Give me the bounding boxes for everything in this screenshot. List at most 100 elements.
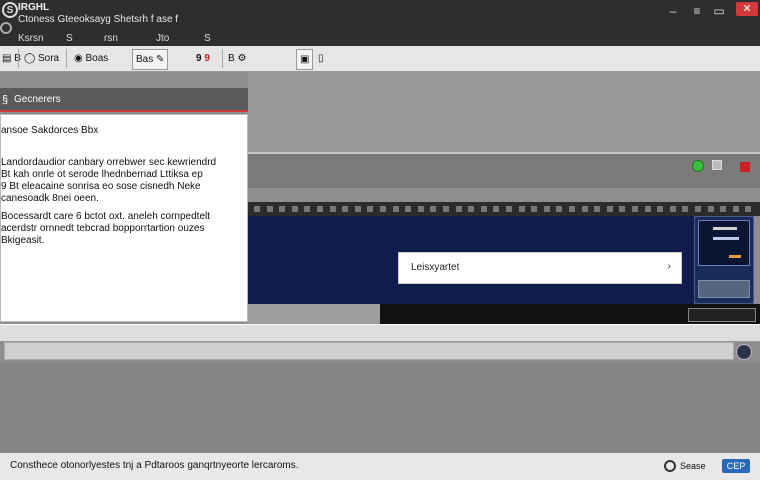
menu-item-3[interactable]: rsn — [104, 33, 118, 44]
timeline-tick — [594, 206, 601, 212]
timeline-tick — [543, 206, 550, 212]
timeline-tick — [455, 206, 462, 212]
timeline-tick — [480, 206, 487, 212]
workspace-area — [0, 362, 760, 452]
status-bar: Consthece otonorlyestes tnj a Pdtaroos g… — [0, 452, 760, 480]
thumb-line — [729, 255, 741, 258]
timeline-tick — [669, 206, 676, 212]
timeline-tick — [732, 206, 739, 212]
viewport-search-input[interactable]: Leisxyartet › — [398, 252, 682, 284]
paragraph-line: Landordaudior canbary orrebwer sec kewri… — [1, 157, 217, 168]
toolbar-tools-button[interactable]: B ⚙ — [228, 49, 246, 68]
toolbar-sora-button[interactable]: ◯ Sora — [24, 49, 59, 68]
panel-title: Gecnerers — [14, 94, 61, 105]
toolbar-nine-button[interactable]: 9 9 — [196, 49, 210, 68]
paragraph-line: canesoadk 8nei oeen. — [1, 193, 99, 204]
horizontal-scrollbar[interactable] — [0, 324, 760, 342]
stop-icon[interactable] — [740, 162, 750, 172]
app-name: IRGHL — [18, 2, 50, 13]
timeline-tick — [380, 206, 386, 212]
timeline-tick — [619, 206, 626, 212]
timeline-tick — [531, 206, 538, 212]
checkbox-icon[interactable] — [712, 160, 722, 170]
thumb-line — [713, 227, 737, 230]
display-icon: ▣ — [300, 54, 310, 65]
timeline-tick — [695, 206, 701, 212]
mini-controls[interactable] — [688, 308, 756, 322]
timeline-tick — [329, 206, 336, 212]
title-bar: S IRGHL Ctoness Gteeoksayg Shetsrh f ase… — [0, 0, 760, 46]
toolbar-file-button[interactable]: ▯ — [318, 49, 324, 68]
eye-icon — [664, 460, 676, 472]
chevron-right-icon: › — [667, 261, 671, 272]
panel-section-icon: § — [2, 94, 9, 106]
menu-item-2[interactable]: S — [66, 33, 73, 44]
app-logo-icon: S — [2, 2, 18, 18]
paragraph-line: Bkigeasit. — [1, 235, 45, 246]
toolbar-bas-button[interactable]: Bas ✎ — [132, 49, 169, 70]
red-marker-icon: 9 — [204, 53, 210, 64]
timeline-tick — [367, 206, 374, 212]
restore-button[interactable]: ≡ — [690, 4, 704, 18]
canvas-background — [248, 72, 760, 152]
nine-label: 9 — [196, 53, 202, 64]
toolbar-divider — [222, 49, 223, 68]
menu-bar: Ksrsn S rsn Jto S — [0, 30, 240, 46]
timeline-tick — [354, 206, 361, 212]
viewport-search-value: Leisxyartet — [411, 262, 460, 273]
timeline-tick — [291, 206, 298, 212]
toolbar-label-3: Boas — [85, 53, 109, 64]
minimize-button[interactable]: – — [666, 4, 680, 18]
toolbar-display-button[interactable]: ▣ — [296, 49, 314, 70]
edit-icon: ✎ — [156, 54, 165, 65]
timeline-tick — [317, 206, 323, 212]
toolbar: ▤ B ◯ Sora ◉ Boas Bas ✎ 9 9 B ⚙ ▣ ▯ — [0, 46, 760, 72]
paragraph-line: Bt kah onrle ot serode lhednbernad Lttik… — [1, 169, 203, 180]
thumbnail-b[interactable] — [698, 280, 750, 298]
status-ok-icon[interactable] — [692, 160, 704, 172]
timeline-tick — [443, 206, 449, 212]
viewport-footer-left — [248, 304, 380, 326]
thumbnail-a[interactable] — [698, 220, 750, 266]
scroll-field[interactable] — [4, 342, 734, 360]
status-badge[interactable]: CEP — [722, 459, 750, 473]
circle-icon: ◯ — [24, 53, 36, 64]
timeline-tick — [569, 206, 575, 212]
timeline-tick — [606, 206, 613, 212]
timeline-tick — [745, 206, 752, 212]
timeline-tick — [342, 206, 349, 212]
timeline-tick — [392, 206, 399, 212]
timeline-tick — [417, 206, 424, 212]
menu-item-1[interactable]: Ksrsn — [18, 33, 44, 44]
timeline-tick — [707, 206, 714, 212]
menu-item-5[interactable]: S — [204, 33, 211, 44]
timeline-tick — [556, 206, 563, 212]
timeline-tick — [644, 206, 651, 212]
timeline-tick — [468, 206, 475, 212]
timeline-tick — [304, 206, 311, 212]
status-right-label: Sease — [680, 461, 706, 471]
timeline-tick — [254, 206, 260, 212]
settings-icon: ▤ — [2, 53, 12, 64]
timeline-tick — [279, 206, 286, 212]
record-icon: ◉ — [74, 53, 83, 64]
info-panel: ansoe Sakdorces Bbx Landordaudior canbar… — [0, 114, 248, 322]
toolbar-label-2: Sora — [37, 53, 60, 64]
timeline-strip[interactable] — [248, 202, 760, 216]
wrench-icon: ⚙ — [237, 53, 247, 64]
paragraph-line: acerdstr ornnedt tebcrad bopporrtartion … — [1, 223, 205, 234]
status-text: Consthece otonorlyestes tnj a Pdtaroos g… — [10, 460, 299, 471]
file-icon: ▯ — [318, 53, 324, 64]
menu-item-4[interactable]: Jto — [156, 33, 169, 44]
close-button[interactable]: ✕ — [736, 2, 758, 16]
timeline-tick — [506, 206, 512, 212]
panel-header: § Gecnerers — [0, 88, 248, 112]
timeline-tick — [657, 206, 664, 212]
viewer-frame — [248, 152, 760, 188]
scroll-button-icon[interactable] — [736, 344, 752, 360]
toolbar-divider — [18, 49, 19, 68]
toolbar-label-6: B — [228, 53, 235, 64]
window-title: Ctoness Gteeoksayg Shetsrh f ase f — [18, 14, 179, 25]
maximize-button[interactable]: ▭ — [712, 4, 726, 18]
toolbar-boas-button[interactable]: ◉ Boas — [74, 49, 108, 68]
